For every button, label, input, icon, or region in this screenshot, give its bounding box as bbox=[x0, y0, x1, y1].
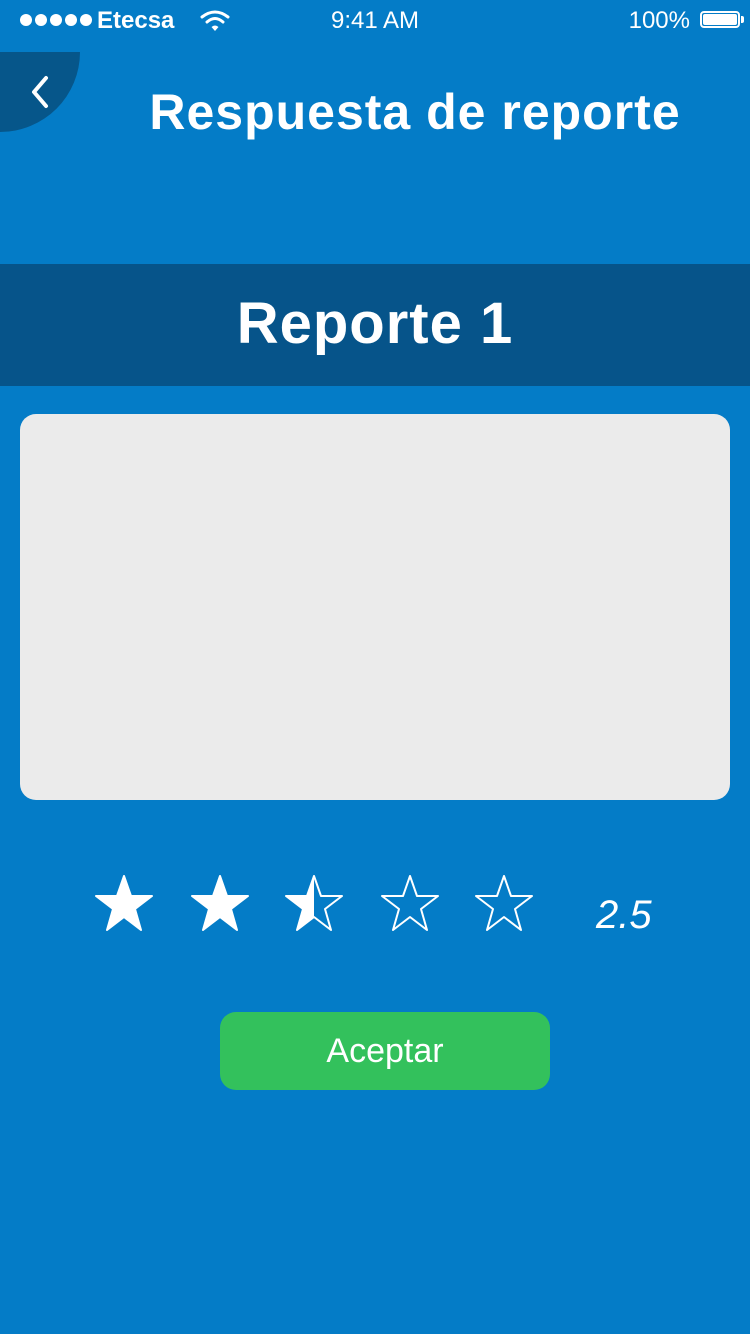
star-icon-filled[interactable] bbox=[189, 873, 251, 935]
rating-value: 2.5 bbox=[596, 893, 652, 937]
status-bar: Etecsa 9:41 AM 100% bbox=[0, 0, 750, 42]
chevron-left-icon bbox=[32, 76, 48, 108]
report-title: Reporte 1 bbox=[236, 291, 514, 356]
back-button[interactable] bbox=[0, 52, 80, 132]
battery-percentage: 100% bbox=[628, 7, 690, 34]
star-icon-filled[interactable] bbox=[93, 873, 155, 935]
page-title: Respuesta de reporte bbox=[149, 84, 681, 140]
star-icon-empty[interactable] bbox=[473, 873, 535, 935]
screen: Etecsa 9:41 AM 100% Respuesta de reporte… bbox=[0, 0, 750, 1334]
accept-button[interactable]: Aceptar bbox=[220, 1012, 550, 1090]
star-icon-half[interactable] bbox=[283, 873, 345, 935]
report-response-box bbox=[20, 414, 730, 800]
star-icon-empty[interactable] bbox=[379, 873, 441, 935]
battery-icon bbox=[700, 11, 744, 28]
